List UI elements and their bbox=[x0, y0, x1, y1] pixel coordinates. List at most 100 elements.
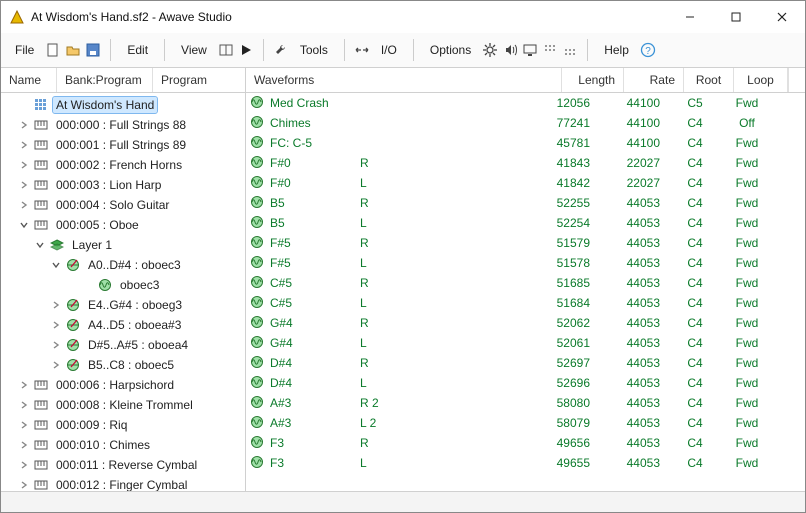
waveform-grid[interactable]: Med Crash1205644100C5FwdChimes7724144100… bbox=[246, 93, 805, 491]
waveform-row[interactable]: FC: C-54578144100C4Fwd bbox=[246, 133, 805, 153]
cell-length: 58079 bbox=[528, 416, 600, 430]
midi-out-icon[interactable] bbox=[561, 41, 579, 59]
menu-tools[interactable]: Tools bbox=[292, 39, 336, 61]
waveform-row[interactable]: F#0L4184222027C4Fwd bbox=[246, 173, 805, 193]
tree-instrument[interactable]: 000:011 : Reverse Cymbal bbox=[3, 455, 245, 475]
cell-loop: Off bbox=[720, 116, 774, 130]
waveform-row[interactable]: F#5L5157844053C4Fwd bbox=[246, 253, 805, 273]
tree-instrument[interactable]: 000:012 : Finger Cymbal bbox=[3, 475, 245, 492]
gear-icon[interactable] bbox=[481, 41, 499, 59]
save-icon[interactable] bbox=[84, 41, 102, 59]
menu-view[interactable]: View bbox=[173, 39, 215, 61]
cell-length: 51578 bbox=[528, 256, 600, 270]
tree-instrument[interactable]: 000:010 : Chimes bbox=[3, 435, 245, 455]
expand-icon[interactable] bbox=[17, 478, 31, 492]
instrument-tree[interactable]: At Wisdom's Hand000:000 : Full Strings 8… bbox=[1, 93, 245, 492]
waveform-row[interactable]: D#4L5269644053C4Fwd bbox=[246, 373, 805, 393]
menu-io[interactable]: I/O bbox=[373, 39, 405, 61]
col-name[interactable]: Name bbox=[1, 68, 57, 92]
tree-root[interactable]: At Wisdom's Hand bbox=[3, 95, 245, 115]
tree-region[interactable]: D#5..A#5 : oboea4 bbox=[3, 335, 245, 355]
tree-layer[interactable]: Layer 1 bbox=[3, 235, 245, 255]
tree-instrument[interactable]: 000:009 : Riq bbox=[3, 415, 245, 435]
new-icon[interactable] bbox=[44, 41, 62, 59]
expand-icon[interactable] bbox=[17, 438, 31, 452]
expand-icon[interactable] bbox=[49, 298, 63, 312]
menu-help[interactable]: Help bbox=[596, 39, 637, 61]
waveform-row[interactable]: C#5L5168444053C4Fwd bbox=[246, 293, 805, 313]
expand-icon[interactable] bbox=[17, 158, 31, 172]
cell-name: D#4 bbox=[270, 356, 360, 370]
expand-icon[interactable] bbox=[17, 378, 31, 392]
waveform-row[interactable]: F3R4965644053C4Fwd bbox=[246, 433, 805, 453]
expand-icon[interactable] bbox=[17, 458, 31, 472]
tree-region[interactable]: E4..G#4 : oboeg3 bbox=[3, 295, 245, 315]
waveform-row[interactable]: Med Crash1205644100C5Fwd bbox=[246, 93, 805, 113]
collapse-icon[interactable] bbox=[33, 238, 47, 252]
waveform-row[interactable]: A#3R 25808044053C4Fwd bbox=[246, 393, 805, 413]
tree-sample[interactable]: oboec3 bbox=[3, 275, 245, 295]
tree-region[interactable]: A4..D5 : oboea#3 bbox=[3, 315, 245, 335]
waveform-row[interactable]: D#4R5269744053C4Fwd bbox=[246, 353, 805, 373]
waveform-row[interactable]: B5L5225444053C4Fwd bbox=[246, 213, 805, 233]
cell-rate: 22027 bbox=[600, 176, 670, 190]
sound-icon[interactable] bbox=[501, 41, 519, 59]
expand-icon[interactable] bbox=[17, 398, 31, 412]
tree-instrument[interactable]: 000:006 : Harpsichord bbox=[3, 375, 245, 395]
window-maximize-button[interactable] bbox=[713, 1, 759, 33]
menu-options[interactable]: Options bbox=[422, 39, 479, 61]
monitor-icon[interactable] bbox=[521, 41, 539, 59]
tree-instrument[interactable]: 000:003 : Lion Harp bbox=[3, 175, 245, 195]
menu-edit[interactable]: Edit bbox=[119, 39, 156, 61]
help-icon[interactable]: ? bbox=[639, 41, 657, 59]
tree-instrument[interactable]: 000:008 : Kleine Trommel bbox=[3, 395, 245, 415]
menu-file[interactable]: File bbox=[7, 39, 42, 61]
open-icon[interactable] bbox=[64, 41, 82, 59]
waveform-row[interactable]: F3L4965544053C4Fwd bbox=[246, 453, 805, 473]
cell-channel: L bbox=[360, 336, 528, 350]
expand-icon[interactable] bbox=[49, 338, 63, 352]
tree-instrument[interactable]: 000:000 : Full Strings 88 bbox=[3, 115, 245, 135]
expand-icon[interactable] bbox=[17, 418, 31, 432]
col-bankprogram[interactable]: Bank:Program bbox=[57, 68, 153, 92]
collapse-icon[interactable] bbox=[49, 258, 63, 272]
expand-icon[interactable] bbox=[17, 198, 31, 212]
expand-icon[interactable] bbox=[49, 318, 63, 332]
col-length[interactable]: Length bbox=[562, 68, 624, 92]
play-icon[interactable] bbox=[237, 41, 255, 59]
tree-instrument[interactable]: 000:004 : Solo Guitar bbox=[3, 195, 245, 215]
waveform-row[interactable]: G#4R5206244053C4Fwd bbox=[246, 313, 805, 333]
col-loop[interactable]: Loop bbox=[734, 68, 788, 92]
midi-in-icon[interactable] bbox=[541, 41, 559, 59]
layout-icon[interactable] bbox=[217, 41, 235, 59]
col-root[interactable]: Root bbox=[684, 68, 734, 92]
waveform-row[interactable]: A#3L 25807944053C4Fwd bbox=[246, 413, 805, 433]
waveform-row[interactable]: C#5R5168544053C4Fwd bbox=[246, 273, 805, 293]
col-rate[interactable]: Rate bbox=[624, 68, 684, 92]
expand-icon[interactable] bbox=[17, 138, 31, 152]
cell-rate: 44100 bbox=[600, 96, 670, 110]
waveform-row[interactable]: B5R5225544053C4Fwd bbox=[246, 193, 805, 213]
cell-root: C4 bbox=[670, 156, 720, 170]
cell-rate: 44053 bbox=[600, 316, 670, 330]
waveform-row[interactable]: F#0R4184322027C4Fwd bbox=[246, 153, 805, 173]
tree-region[interactable]: A0..D#4 : oboec3 bbox=[3, 255, 245, 275]
tree-region[interactable]: B5..C8 : oboec5 bbox=[3, 355, 245, 375]
expand-icon[interactable] bbox=[49, 358, 63, 372]
keyboard-icon bbox=[33, 377, 49, 393]
tree-instrument[interactable]: 000:005 : Oboe bbox=[3, 215, 245, 235]
expand-icon[interactable] bbox=[17, 118, 31, 132]
col-program[interactable]: Program bbox=[153, 68, 245, 92]
waveform-row[interactable]: Chimes7724144100C4Off bbox=[246, 113, 805, 133]
cell-loop: Fwd bbox=[720, 376, 774, 390]
window-minimize-button[interactable] bbox=[667, 1, 713, 33]
tree-instrument[interactable]: 000:001 : Full Strings 89 bbox=[3, 135, 245, 155]
tree-instrument[interactable]: 000:002 : French Horns bbox=[3, 155, 245, 175]
waveform-row[interactable]: G#4L5206144053C4Fwd bbox=[246, 333, 805, 353]
window-close-button[interactable] bbox=[759, 1, 805, 33]
waveform-row[interactable]: F#5R5157944053C4Fwd bbox=[246, 233, 805, 253]
expand-icon[interactable] bbox=[17, 178, 31, 192]
col-waveforms[interactable]: Waveforms bbox=[246, 68, 562, 92]
collapse-icon[interactable] bbox=[17, 218, 31, 232]
cell-root: C4 bbox=[670, 396, 720, 410]
